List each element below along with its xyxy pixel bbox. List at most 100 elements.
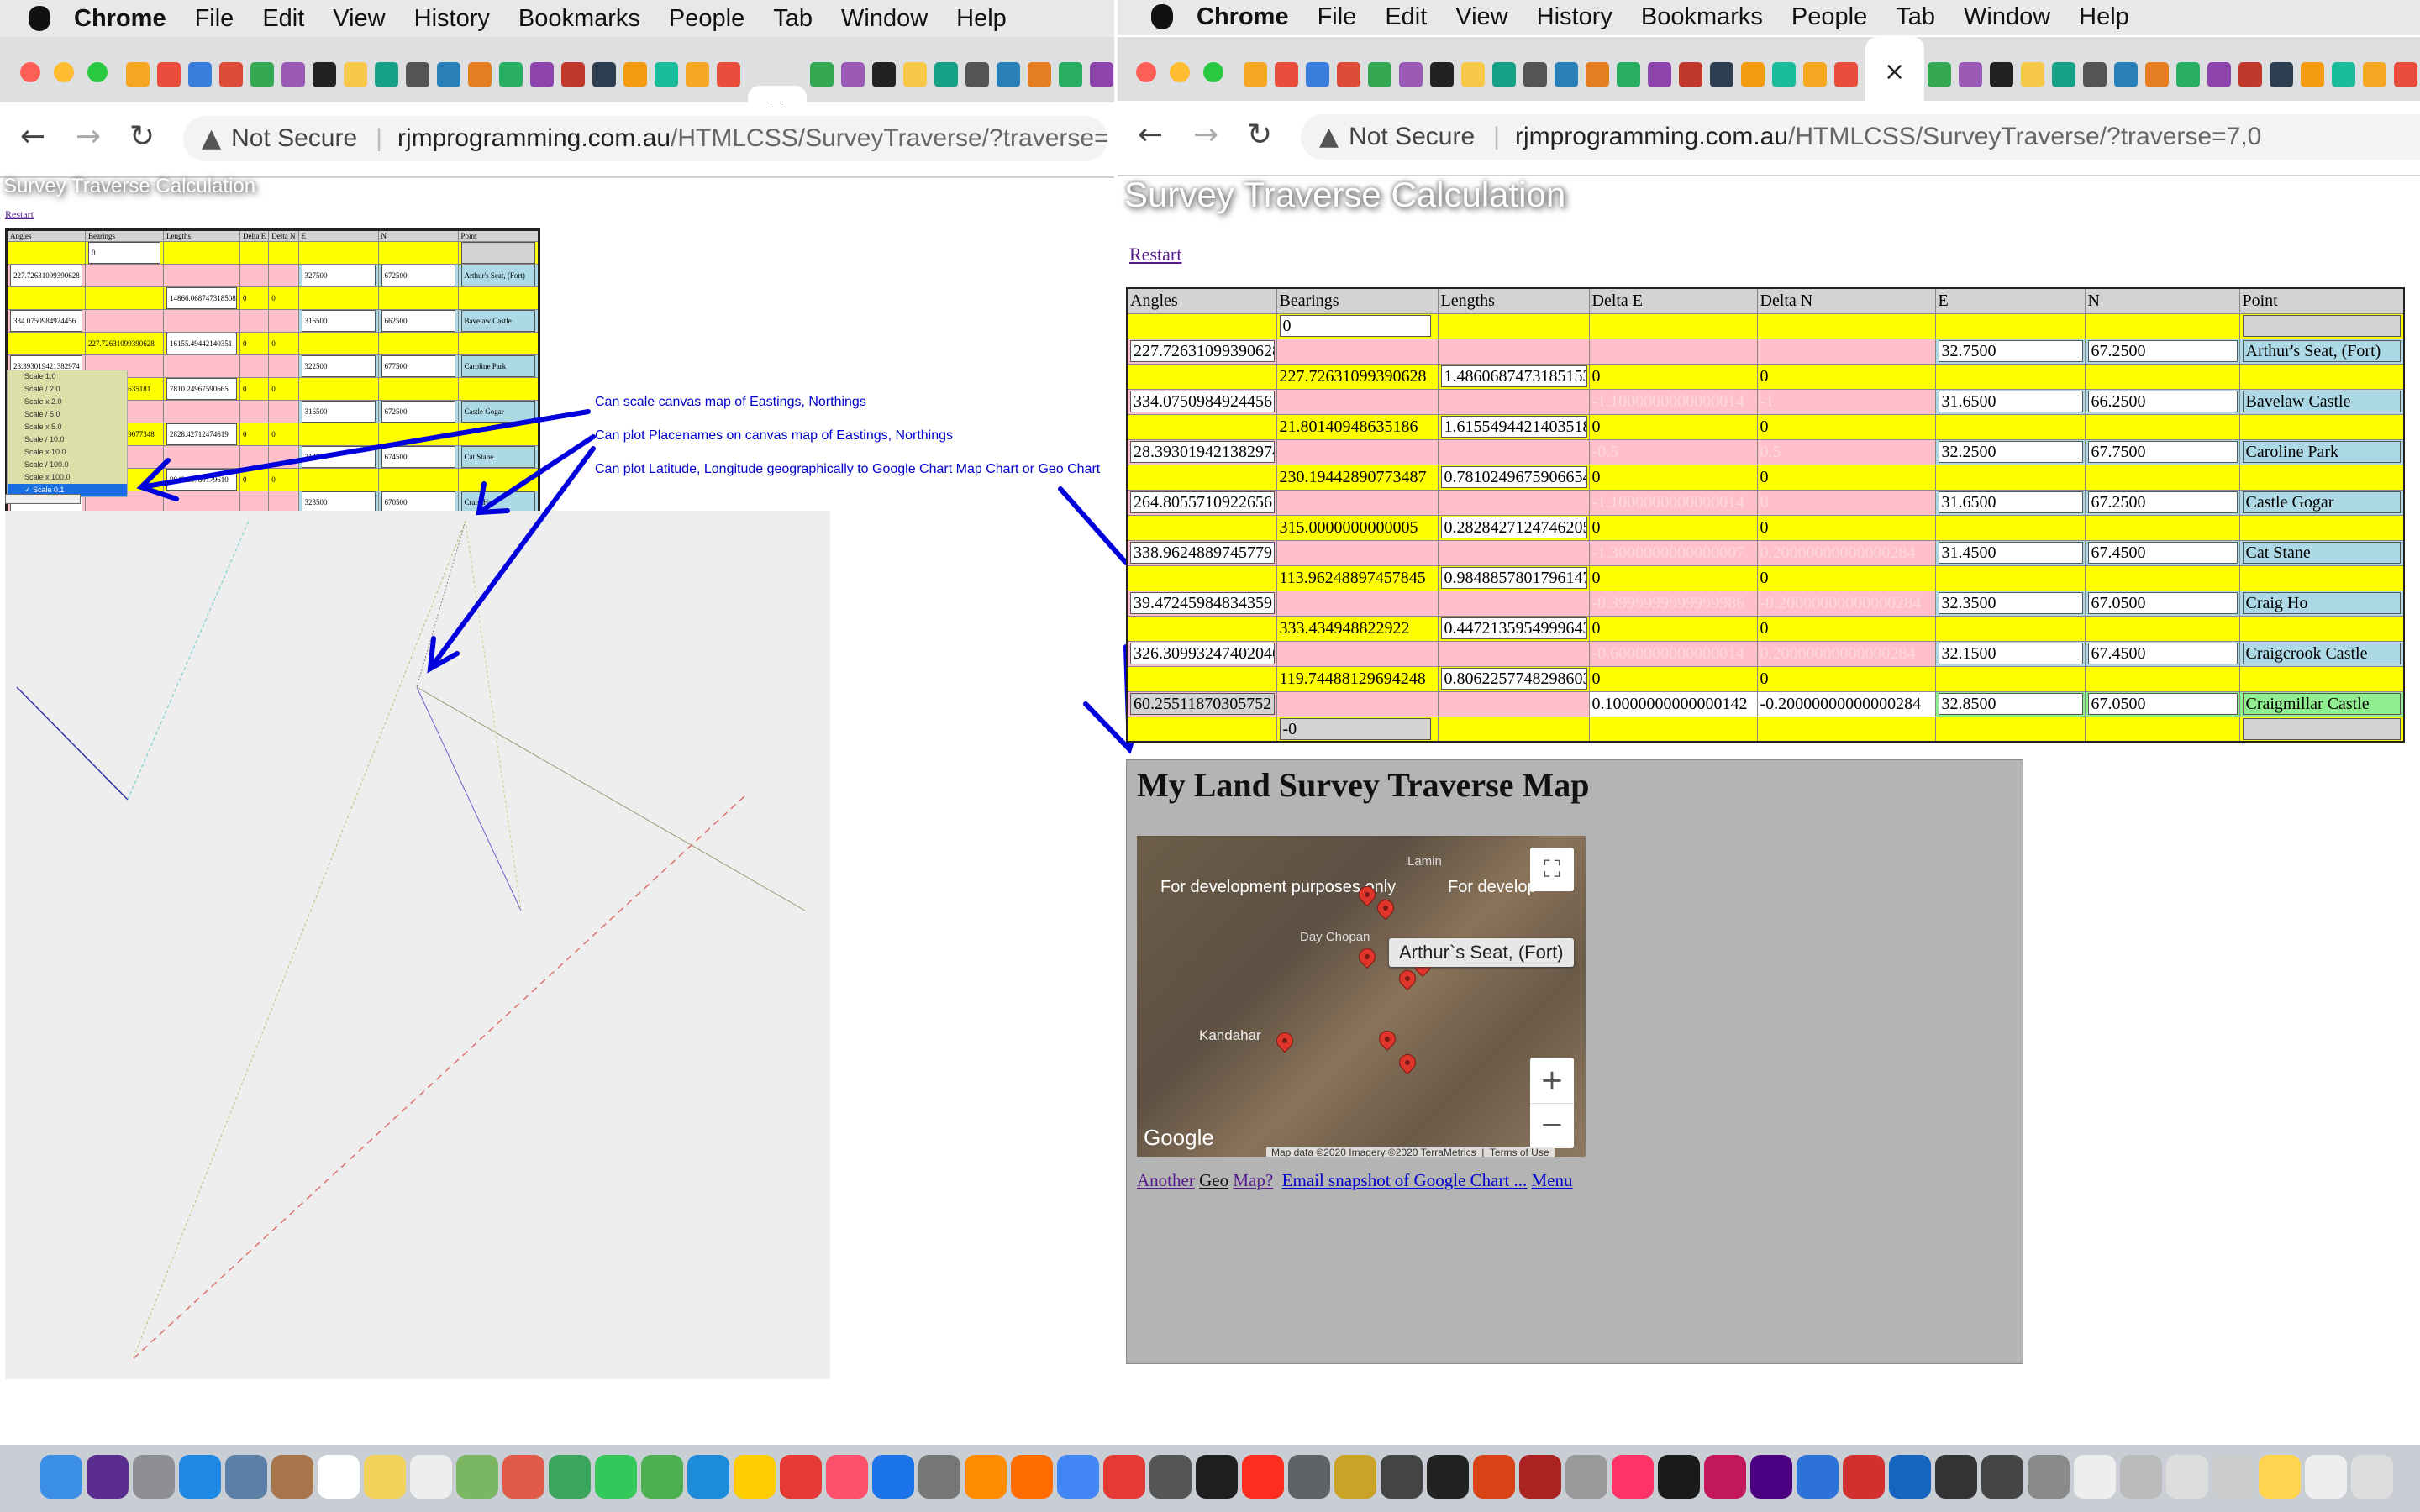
tab-favicon[interactable] [1834, 62, 1858, 87]
dock-app-icon[interactable] [1519, 1455, 1561, 1499]
angle-input[interactable]: 39.47245984834359 [1130, 592, 1275, 614]
northing-input-small[interactable]: 674500 [381, 446, 455, 468]
dock-app-icon[interactable] [872, 1455, 914, 1499]
scale-option[interactable]: Scale x 5.0 [8, 421, 127, 433]
point-name-input[interactable]: Craigcrook Castle [2242, 643, 2401, 664]
scale-option[interactable]: Scale x 100.0 [8, 471, 127, 484]
close-window-button[interactable] [20, 62, 40, 82]
menu-help[interactable]: Help [956, 5, 1007, 33]
tab-favicon[interactable] [2270, 62, 2293, 87]
tab-favicon[interactable] [810, 62, 834, 87]
point-name-input-small[interactable]: Castle Gogar [460, 401, 535, 423]
angle-input[interactable]: 338.9624889745779 [1130, 542, 1275, 564]
easting-input-small[interactable]: 327500 [301, 265, 376, 286]
tab-favicon[interactable] [126, 62, 150, 87]
tab-favicon[interactable] [375, 62, 398, 87]
map-marker[interactable] [1355, 944, 1380, 969]
dock-app-icon[interactable] [225, 1455, 267, 1499]
easting-input[interactable]: 31.4500 [1938, 542, 2083, 564]
easting-input-small[interactable]: 322500 [301, 355, 376, 377]
bearing-input-last[interactable]: -0 [1279, 717, 1431, 740]
close-tab-icon[interactable]: × [1884, 57, 1905, 87]
angle-input[interactable]: 227.72631099390628 [1130, 340, 1275, 362]
point-input-last[interactable] [2242, 717, 2401, 740]
point-name-input[interactable]: Castle Gogar [2242, 491, 2401, 513]
tab-favicon[interactable] [1617, 62, 1640, 87]
northing-input-small[interactable]: 662500 [381, 310, 455, 332]
tab-favicon[interactable] [157, 62, 181, 87]
dock-app-icon[interactable] [1750, 1455, 1792, 1499]
dock-app-icon[interactable] [1150, 1455, 1192, 1499]
dock-app-icon[interactable] [1473, 1455, 1515, 1499]
northing-input[interactable]: 67.4500 [2087, 542, 2238, 564]
easting-input-small[interactable]: 314500 [301, 446, 376, 468]
tab-favicon[interactable] [1710, 62, 1733, 87]
point-name-input[interactable]: Craig Ho [2242, 592, 2401, 614]
menu-app[interactable]: Chrome [74, 5, 166, 33]
scale-option[interactable]: Scale / 2.0 [8, 383, 127, 396]
dock-app-icon[interactable] [1334, 1455, 1376, 1499]
active-tab[interactable]: × [1865, 37, 1924, 102]
angle-input[interactable]: 60.25511870305752 [1130, 693, 1275, 715]
tab-favicon[interactable] [717, 62, 740, 87]
dock-app-icon[interactable] [364, 1455, 406, 1499]
tab-favicon[interactable] [1028, 62, 1051, 87]
dock-app-icon[interactable] [687, 1455, 729, 1499]
tab-favicon[interactable] [530, 62, 554, 87]
menu-edit[interactable]: Edit [1385, 3, 1427, 31]
tab-favicon[interactable] [2363, 62, 2386, 87]
northing-input[interactable]: 67.0500 [2087, 693, 2238, 715]
tab-favicon[interactable] [1928, 62, 1951, 87]
tab-favicon[interactable] [561, 62, 585, 87]
map-marker[interactable] [1272, 1028, 1297, 1053]
angle-input-small[interactable]: 227.72631099390628 [10, 265, 82, 286]
menu-edit[interactable]: Edit [262, 5, 304, 33]
dock-app-icon[interactable] [318, 1455, 360, 1499]
point-name-input[interactable]: Caroline Park [2242, 441, 2401, 463]
zoom-in-button[interactable]: + [1530, 1058, 1574, 1103]
dock-app-icon[interactable] [1288, 1455, 1330, 1499]
tab-favicon[interactable] [1059, 62, 1082, 87]
menu-bookmarks[interactable]: Bookmarks [518, 5, 640, 33]
dock-app-icon[interactable] [965, 1455, 1007, 1499]
tab-favicon[interactable] [219, 62, 243, 87]
length-input[interactable]: 0.28284271247462053 [1440, 517, 1587, 538]
tab-favicon[interactable] [2301, 62, 2324, 87]
menu-tab[interactable]: Tab [1896, 3, 1935, 31]
scale-option[interactable]: Scale 1.0 [8, 370, 127, 383]
address-bar[interactable]: ▲ Not Secure | rjmprogramming.com.au/HTMLCS… [1301, 114, 2420, 160]
dock-app-icon[interactable] [918, 1455, 960, 1499]
forward-icon[interactable]: → [1193, 118, 1218, 152]
angle-input[interactable]: 264.8055710922656 [1130, 491, 1275, 513]
geo-link[interactable]: Geo [1199, 1170, 1228, 1190]
point-name-input[interactable]: Bavelaw Castle [2242, 391, 2401, 412]
dock-app-icon[interactable] [1103, 1455, 1145, 1499]
angle-input[interactable]: 28.393019421382974 [1130, 441, 1275, 463]
tab-favicon[interactable] [2145, 62, 2169, 87]
dock-app-icon[interactable] [2212, 1455, 2254, 1499]
forward-icon[interactable]: → [76, 119, 101, 154]
point-name-input-small[interactable]: Bavelaw Castle [460, 310, 535, 332]
tab-favicon[interactable] [1741, 62, 1765, 87]
bearing-input-small[interactable]: 0 [88, 242, 160, 264]
menu-file[interactable]: File [195, 5, 234, 33]
point-input-small[interactable] [460, 242, 535, 264]
menu-view[interactable]: View [333, 5, 385, 33]
dock-app-icon[interactable] [1242, 1455, 1284, 1499]
tab-favicon[interactable] [2332, 62, 2355, 87]
point-name-input-small[interactable]: Caroline Park [460, 355, 535, 377]
length-input[interactable]: 1.4860687473185153 [1440, 365, 1587, 387]
tab-favicon[interactable] [1090, 62, 1113, 87]
scale-option[interactable]: Scale / 10.0 [8, 433, 127, 446]
scale-option[interactable]: Scale x 10.0 [8, 446, 127, 459]
another-link[interactable]: Another [1137, 1170, 1195, 1190]
dock-app-icon[interactable] [2305, 1455, 2347, 1499]
restart-link[interactable]: Restart [5, 208, 34, 221]
tab-favicon[interactable] [1461, 62, 1485, 87]
length-input-small[interactable]: 2828.42712474619 [166, 423, 237, 445]
dock-app-icon[interactable] [1935, 1455, 1977, 1499]
tab-favicon[interactable] [313, 62, 336, 87]
back-icon[interactable]: ← [20, 119, 45, 154]
tab-favicon[interactable] [1990, 62, 2013, 87]
dock-app-icon[interactable] [133, 1455, 175, 1499]
